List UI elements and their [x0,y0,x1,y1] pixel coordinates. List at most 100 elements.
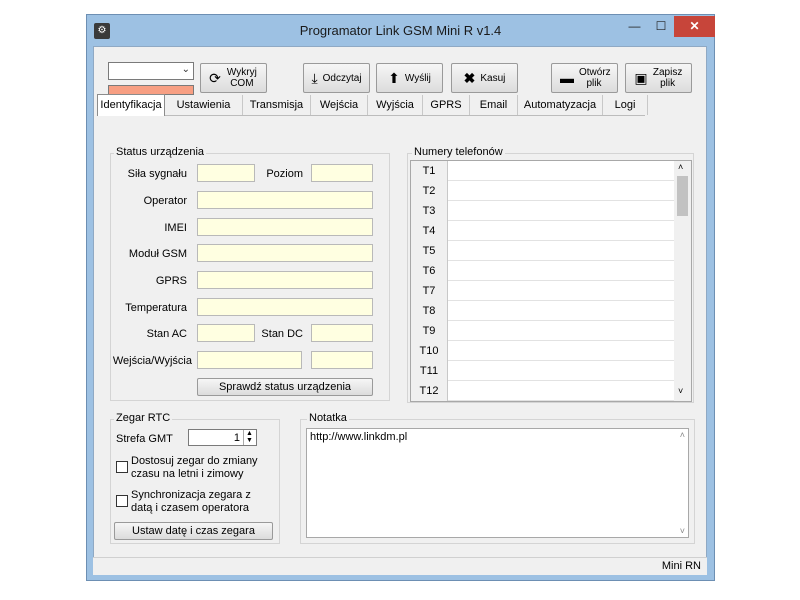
tab-identyfikacja[interactable]: Identyfikacja [97,94,165,116]
open-file-label: Otwórz plik [579,67,611,89]
status-text: Mini RN [661,560,701,572]
gprs-field[interactable] [197,271,373,289]
phone-row[interactable]: T2 [411,181,677,201]
dst-checkbox[interactable] [116,461,128,473]
close-button[interactable]: ✕ [674,16,715,37]
maximize-button[interactable]: ☐ [648,16,674,37]
phone-row-label: T4 [411,221,448,241]
minimize-button[interactable]: — [621,16,648,37]
title-bar[interactable]: ⚙ Programator Link GSM Mini R v1.4 — ☐ ✕ [87,15,715,47]
phone-row-label: T2 [411,181,448,201]
phone-row-label: T8 [411,301,448,321]
phone-row[interactable]: T9 [411,321,677,341]
save-file-label: Zapisz plik [652,67,683,89]
phone-row-label: T3 [411,201,448,221]
io-field-1[interactable] [197,351,302,369]
scroll-down-icon[interactable]: ˅ [680,526,685,536]
tab-gprs[interactable]: GPRS [423,95,470,115]
tab-ustawienia[interactable]: Ustawienia [165,95,243,115]
scroll-down-icon[interactable]: ˅ [678,386,683,396]
phone-row[interactable]: T7 [411,281,677,301]
upload-icon: ⬆ [388,70,400,86]
gsm-module-label: Moduł GSM [128,248,187,260]
send-label: Wyślij [404,72,431,84]
dc-state-field[interactable] [311,324,373,342]
tab-strip-line [97,115,645,116]
tab-automatyzacja[interactable]: Automatyzacja [518,95,603,115]
ac-state-label: Stan AC [146,328,187,340]
phone-row-label: T1 [411,161,448,181]
phones-table: T1 T2 T3 T4 T5 T6 T7 T8 T9 T10 T11 T12 [410,160,692,402]
tab-wyjscia[interactable]: Wyjścia [368,95,423,115]
detect-com-button[interactable]: ⟳ Wykryj COM [200,63,267,93]
set-clock-button[interactable]: Ustaw datę i czas zegara [114,522,273,540]
scroll-thumb[interactable] [677,176,688,216]
phones-group-title: Numery telefonów [412,146,505,158]
gmt-value: 1 [233,432,240,444]
note-group-title: Notatka [307,412,349,424]
gprs-label: GPRS [155,275,187,287]
phone-row-label: T9 [411,321,448,341]
dst-label: Dostosuj zegar do zmiany czasu na letni … [131,455,258,480]
phone-row[interactable]: T4 [411,221,677,241]
tab-logi[interactable]: Logi [603,95,648,115]
level-field[interactable] [311,164,373,182]
phone-row-label: T11 [411,361,448,381]
phone-row-label: T12 [411,381,448,401]
gmt-label: Strefa GMT [116,433,173,445]
delete-button[interactable]: ✖ Kasuj [451,63,518,93]
com-port-select[interactable]: ⌄ [108,62,194,80]
temperature-label: Temperatura [125,302,187,314]
scroll-up-icon[interactable]: ˄ [680,430,685,440]
tab-transmisja[interactable]: Transmisja [243,95,311,115]
phone-row[interactable]: T12 [411,381,677,401]
phone-row-label: T10 [411,341,448,361]
temperature-field[interactable] [197,298,373,316]
delete-label: Kasuj [480,72,506,84]
read-label: Odczytaj [322,72,362,84]
send-button[interactable]: ⬆ Wyślij [376,63,443,93]
read-button[interactable]: ⤓ Odczytaj [303,63,370,93]
io-field-2[interactable] [311,351,373,369]
scroll-up-icon[interactable]: ˄ [678,162,683,172]
phone-row[interactable]: T3 [411,201,677,221]
level-label: Poziom [266,168,303,180]
spin-arrows-icon[interactable]: ▲ ▼ [243,430,255,445]
phone-row[interactable]: T6 [411,261,677,281]
download-icon: ⤓ [311,70,318,86]
window-title: Programator Link GSM Mini R v1.4 [299,23,502,38]
phone-row[interactable]: T5 [411,241,677,261]
signal-strength-field[interactable] [197,164,255,182]
phone-row[interactable]: T8 [411,301,677,321]
ac-state-field[interactable] [197,324,255,342]
note-textarea[interactable]: http://www.linkdm.pl ˄ ˅ [306,428,689,538]
chevron-down-icon: ⌄ [181,64,190,75]
operator-field[interactable] [197,191,373,209]
sync-checkbox[interactable] [116,495,128,507]
folder-icon: ▬ [560,70,574,86]
gmt-spinner[interactable]: 1 ▲ ▼ [188,429,257,446]
tab-email[interactable]: Email [470,95,518,115]
save-file-button[interactable]: ▣ Zapisz plik [625,63,692,93]
phones-scrollbar[interactable]: ˄ ˅ [674,161,691,401]
signal-strength-label: Siła sygnału [127,168,187,180]
io-label: Wejścia/Wyjścia [112,355,192,367]
phone-row[interactable]: T11 [411,361,677,381]
sync-label: Synchronizacja zegara z datą i czasem op… [131,489,251,514]
save-folder-icon: ▣ [634,70,648,86]
phone-row[interactable]: T1 [411,161,677,181]
imei-label: IMEI [164,222,187,234]
detect-com-label: Wykryj COM [226,67,257,89]
phone-row-label: T5 [411,241,448,261]
phone-row-label: T7 [411,281,448,301]
check-status-button[interactable]: Sprawdź status urządzenia [197,378,373,396]
x-icon: ✖ [463,70,476,86]
operator-label: Operator [143,195,187,207]
rtc-group-title: Zegar RTC [114,412,173,424]
tab-wejscia[interactable]: Wejścia [311,95,368,115]
open-file-button[interactable]: ▬ Otwórz plik [551,63,618,93]
phone-row-label: T6 [411,261,448,281]
imei-field[interactable] [197,218,373,236]
phone-row[interactable]: T10 [411,341,677,361]
gsm-module-field[interactable] [197,244,373,262]
